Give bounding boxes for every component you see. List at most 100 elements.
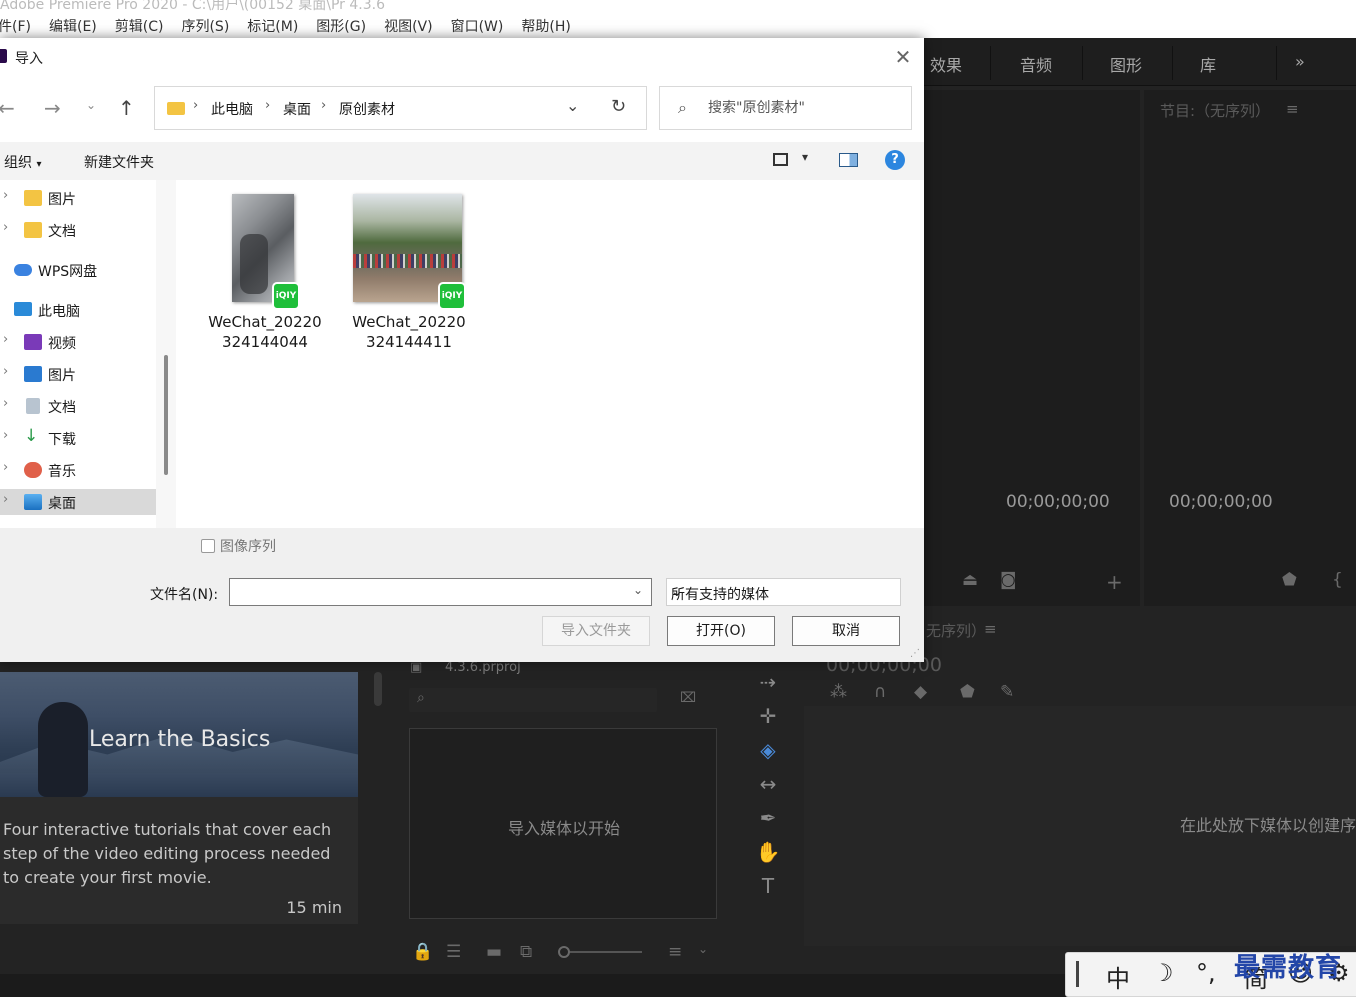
nav-item-documents[interactable]: › 文档 xyxy=(0,217,156,243)
menu-window[interactable]: 窗口(W) xyxy=(451,16,504,36)
nav-scroll-thumb[interactable] xyxy=(164,355,168,475)
view-mode-icon[interactable] xyxy=(773,153,788,166)
nav-item-wps-drive[interactable]: WPS网盘 xyxy=(0,257,156,283)
add-button-icon[interactable]: + xyxy=(1106,570,1123,594)
menu-help[interactable]: 帮助(H) xyxy=(521,16,570,36)
linked-selection-icon[interactable]: ∩ xyxy=(874,682,886,702)
menu-marker[interactable]: 标记(M) xyxy=(247,16,298,36)
tab-graphics[interactable]: 图形 xyxy=(1110,52,1142,76)
wrench-icon[interactable]: ✎ xyxy=(1000,682,1014,702)
breadcrumb-this-pc[interactable]: 此电脑 xyxy=(211,99,253,119)
chevron-right-icon[interactable]: › xyxy=(3,332,8,347)
filename-combobox[interactable]: ⌄ xyxy=(229,578,652,606)
chevron-down-icon[interactable]: ⌄ xyxy=(698,942,708,956)
snap-icon[interactable]: ⁂ xyxy=(830,682,847,702)
learn-scrollbar[interactable] xyxy=(374,672,382,706)
chevron-right-icon[interactable]: › xyxy=(3,460,8,475)
ripple-edit-icon[interactable]: ✛ xyxy=(754,704,782,728)
menu-clip[interactable]: 剪辑(C) xyxy=(115,16,164,36)
chevron-down-icon[interactable]: ⌄ xyxy=(671,584,683,600)
nav-item-documents-pc[interactable]: › 文档 xyxy=(0,393,156,419)
breadcrumb-separator[interactable]: › xyxy=(265,98,270,113)
chevron-right-icon[interactable]: › xyxy=(3,492,8,507)
in-point-icon[interactable]: { xyxy=(1332,570,1343,590)
resize-grip-icon[interactable]: ⋰ xyxy=(910,648,920,659)
ime-grip[interactable] xyxy=(1076,961,1079,987)
up-arrow-icon[interactable]: ↑ xyxy=(118,96,135,120)
menu-file[interactable]: 件(F) xyxy=(0,16,31,36)
chevron-right-icon[interactable]: › xyxy=(3,364,8,379)
menu-edit[interactable]: 编辑(E) xyxy=(49,16,97,36)
marker-icon[interactable]: ⬟ xyxy=(1282,570,1297,590)
nav-item-this-pc[interactable]: 此电脑 xyxy=(0,297,156,323)
nav-item-pictures[interactable]: › 图片 xyxy=(0,185,156,211)
file-list[interactable]: iQIY WeChat_20220 324144044 iQIY WeChat_… xyxy=(176,180,924,528)
camera-icon[interactable]: ◙ xyxy=(1000,570,1017,590)
folder-search-box[interactable]: ⌕ xyxy=(659,86,912,130)
program-timecode[interactable]: 00;00;00;00 xyxy=(1169,492,1273,512)
type-tool-icon[interactable]: T xyxy=(754,874,782,898)
zoom-slider-handle[interactable] xyxy=(558,946,570,958)
track-select-icon[interactable]: ⇢ xyxy=(754,670,782,694)
source-timecode[interactable]: 00;00;00;00 xyxy=(1006,492,1110,512)
ime-punct-toggle[interactable]: °, xyxy=(1196,959,1216,987)
chevron-down-icon[interactable]: ⌄ xyxy=(633,583,643,597)
refresh-icon[interactable]: ↻ xyxy=(611,96,626,117)
help-icon[interactable]: ? xyxy=(885,150,905,170)
menu-graphics[interactable]: 图形(G) xyxy=(316,16,366,36)
insert-icon[interactable]: ⏏ xyxy=(962,570,978,590)
nav-item-videos[interactable]: › 视频 xyxy=(0,329,156,355)
slip-tool-icon[interactable]: ↔ xyxy=(754,772,782,796)
close-icon[interactable]: ✕ xyxy=(890,44,916,70)
back-arrow-icon[interactable]: ← xyxy=(0,96,15,120)
recent-locations-icon[interactable]: ⌄ xyxy=(86,98,96,112)
nav-item-downloads[interactable]: › ↓ 下载 xyxy=(0,425,156,451)
nav-item-music[interactable]: › 音乐 xyxy=(0,457,156,483)
nav-scrollbar[interactable] xyxy=(156,180,176,528)
list-view-icon[interactable]: ☰ xyxy=(446,942,461,962)
cancel-button[interactable]: 取消 xyxy=(792,616,900,646)
add-marker-icon[interactable]: ◆ xyxy=(914,682,927,702)
freeform-view-icon[interactable]: ⧉ xyxy=(520,942,532,962)
breadcrumb-separator[interactable]: › xyxy=(193,98,198,113)
caret-down-icon[interactable]: ▾ xyxy=(802,150,808,164)
forward-arrow-icon[interactable]: → xyxy=(44,96,61,120)
project-drop-zone[interactable]: 导入媒体以开始 xyxy=(409,728,717,919)
new-folder-button[interactable]: 新建文件夹 xyxy=(84,152,154,172)
filename-input[interactable] xyxy=(234,582,629,602)
file-item[interactable]: iQIY WeChat_20220 324144411 xyxy=(316,194,466,354)
new-bin-icon[interactable]: ⌧ xyxy=(680,690,696,706)
filetype-select[interactable]: 所有支持的媒体 ⌄ xyxy=(666,578,901,606)
chevron-down-icon[interactable]: ⌄ xyxy=(566,96,579,115)
pen-tool-icon[interactable]: ✒ xyxy=(754,806,782,830)
ime-mode-toggle[interactable]: 中 xyxy=(1106,959,1130,994)
panel-menu-icon[interactable]: ≡ xyxy=(1286,100,1299,118)
image-sequence-checkbox[interactable] xyxy=(201,539,215,553)
menu-sequence[interactable]: 序列(S) xyxy=(181,16,229,36)
tab-libraries[interactable]: 库 xyxy=(1200,52,1216,76)
menu-view[interactable]: 视图(V) xyxy=(384,16,433,36)
breadcrumb-current-folder[interactable]: 原创素材 xyxy=(339,99,395,119)
learn-card[interactable]: Learn the Basics Four interactive tutori… xyxy=(0,672,358,924)
moon-icon[interactable]: ☽ xyxy=(1152,959,1174,987)
zoom-slider[interactable] xyxy=(558,946,642,958)
chevron-right-icon[interactable]: › xyxy=(3,188,8,203)
nav-item-pictures-pc[interactable]: › 图片 xyxy=(0,361,156,387)
tab-audio[interactable]: 音频 xyxy=(1020,52,1052,76)
timeline-menu-icon[interactable]: ≡ xyxy=(984,620,997,638)
open-button[interactable]: 打开(O) xyxy=(667,616,775,646)
marker-flag-icon[interactable]: ⬟ xyxy=(960,682,975,702)
project-search-input[interactable]: ⌕ xyxy=(409,688,657,712)
lock-icon[interactable]: 🔒 xyxy=(412,942,433,962)
file-item[interactable]: iQIY WeChat_20220 324144044 xyxy=(176,194,322,354)
nav-item-desktop[interactable]: › 桌面 xyxy=(0,489,156,515)
tab-effects[interactable]: 效果 xyxy=(930,52,962,76)
breadcrumb-separator[interactable]: › xyxy=(321,98,326,113)
chevron-right-icon[interactable]: › xyxy=(3,396,8,411)
chevron-right-icon[interactable]: › xyxy=(3,220,8,235)
razor-tool-icon[interactable]: ◈ xyxy=(754,738,782,762)
icon-view-icon[interactable]: ▬ xyxy=(486,942,502,962)
folder-search-input[interactable] xyxy=(708,97,903,119)
hand-tool-icon[interactable]: ✋ xyxy=(754,840,782,864)
dialog-titlebar[interactable]: 导入 ✕ xyxy=(0,38,924,74)
